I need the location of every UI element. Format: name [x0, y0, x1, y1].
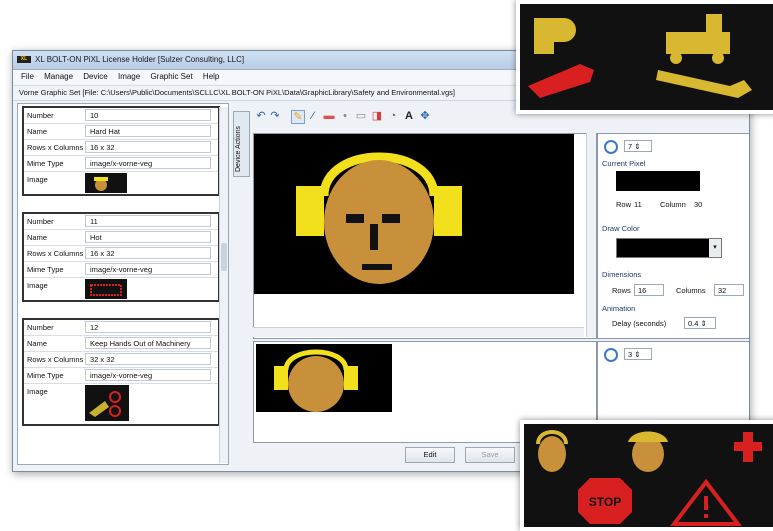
canvas-horizontal-scrollbar[interactable] [253, 327, 584, 337]
delay-label: Delay (seconds) [612, 319, 667, 328]
move-icon[interactable]: ✥ [419, 110, 431, 122]
fill-icon[interactable]: ◨ [371, 110, 383, 122]
graphics-list[interactable]: Number 10 Name Hard Hat Rows x Columns 16 x… [17, 103, 229, 465]
number-label: Number [27, 217, 54, 226]
window-title: XL BOLT-ON PiXL License Holder [Sulzer C… [35, 55, 245, 64]
pixel-grid[interactable] [254, 134, 574, 294]
image-label: Image [27, 175, 48, 184]
name-label: Name [27, 127, 48, 136]
hard-hat-thumbnail [85, 173, 127, 193]
rows-columns-field[interactable]: 16 x 32 [85, 247, 211, 259]
columns-value: 32 [718, 286, 727, 295]
mime-type-label: Mime Type [27, 265, 64, 274]
rows-columns-label: Rows x Columns [27, 249, 84, 258]
rows-value: 16 [638, 286, 647, 295]
menu-graphic-set[interactable]: Graphic Set [150, 70, 192, 84]
animation-label: Animation [602, 304, 636, 313]
row-label: Row [616, 200, 632, 209]
rows-columns-field[interactable]: 16 x 32 [85, 141, 211, 153]
delay-spinner[interactable]: 0.4 ⇕ [684, 317, 716, 329]
menu-image[interactable]: Image [118, 70, 140, 84]
number-field[interactable]: 11 [85, 215, 211, 227]
number-field[interactable]: 10 [85, 109, 211, 121]
pencil-icon[interactable]: ✎ [291, 110, 305, 124]
menu-manage[interactable]: Manage [44, 70, 73, 84]
menu-help[interactable]: Help [203, 70, 219, 84]
graphics-list-scrollbar[interactable] [219, 107, 228, 463]
name-field[interactable]: Hard Hat [85, 125, 211, 137]
zoom-icon[interactable] [604, 140, 618, 154]
rectangle-icon[interactable]: ▭ [355, 110, 367, 122]
rows-columns-label: Rows x Columns [27, 355, 84, 364]
number-field[interactable]: 12 [85, 321, 211, 333]
draw-color-select[interactable]: ▾ [616, 238, 722, 258]
device-actions-tab[interactable]: Device Actions [233, 111, 250, 177]
delay-value: 0.4 [688, 319, 699, 328]
preview-zoom-value: 3 [628, 350, 633, 359]
current-pixel-label: Current Pixel [602, 159, 646, 168]
row-value: 11 [634, 200, 642, 209]
rows-columns-label: Rows x Columns [27, 143, 84, 152]
scrollbar-thumb[interactable] [221, 243, 227, 271]
column-label: Column [660, 200, 686, 209]
undo-icon[interactable]: ↶ [255, 110, 267, 122]
pixel-editor-canvas[interactable] [253, 133, 597, 339]
chevron-down-icon: ▾ [709, 239, 721, 257]
safety-graphics-overlay: STOP [520, 420, 773, 531]
eyedropper-icon[interactable]: ◔ [387, 110, 399, 122]
graphic-card-11[interactable]: Number 11 Name Hot Rows x Columns 16 x 32 M… [22, 212, 220, 302]
rows-label: Rows [612, 286, 631, 295]
app-logo: XL [17, 56, 31, 63]
graphic-card-10[interactable]: Number 10 Name Hard Hat Rows x Columns 16 x… [22, 106, 220, 196]
line-icon[interactable]: • [339, 110, 351, 122]
save-button[interactable]: Save [465, 447, 515, 463]
image-label: Image [27, 281, 48, 290]
graphic-card-12[interactable]: Number 12 Name Keep Hands Out of Machinery… [22, 318, 220, 426]
tools-graphics-overlay [516, 0, 773, 114]
text-icon[interactable]: A [403, 110, 415, 122]
number-label: Number [27, 323, 54, 332]
mime-type-field[interactable]: image/x-vorne-veg [85, 369, 211, 381]
preview-zoom-icon[interactable] [604, 348, 618, 362]
safety-overlay-svg: STOP [536, 430, 762, 526]
menu-device[interactable]: Device [83, 70, 107, 84]
name-label: Name [27, 339, 48, 348]
redo-icon[interactable]: ↷ [269, 110, 281, 122]
zoom-spinner[interactable]: 7 ⇕ [624, 140, 652, 152]
mime-type-label: Mime Type [27, 371, 64, 380]
column-value: 30 [694, 200, 703, 209]
mime-type-field[interactable]: image/x-vorne-veg [85, 263, 211, 275]
properties-panel: 7 ⇕ Current Pixel Row 11 Column 30 Draw … [597, 133, 749, 339]
menu-file[interactable]: File [21, 70, 34, 84]
draw-color-label: Draw Color [602, 224, 640, 233]
rows-columns-field[interactable]: 32 x 32 [85, 353, 211, 365]
pixel-grid-svg [254, 134, 574, 294]
image-label: Image [27, 387, 48, 396]
columns-field[interactable]: 32 [714, 284, 744, 296]
stop-text: STOP [589, 495, 621, 509]
preview-image [256, 344, 392, 412]
edit-button[interactable]: Edit [405, 447, 455, 463]
editor-toolbar: ↶ ↷ ✎ ⁄ ▬ • ▭ ◨ ◔ A ✥ [255, 105, 505, 129]
columns-label: Columns [676, 286, 706, 295]
hot-thumbnail [85, 279, 127, 299]
file-path: Vorne Graphic Set [File: C:\Users\Public… [19, 88, 456, 97]
preview-zoom-spinner[interactable]: 3 ⇕ [624, 348, 652, 360]
device-actions-label: Device Actions [235, 126, 242, 172]
name-label: Name [27, 233, 48, 242]
canvas-vertical-scrollbar[interactable] [586, 133, 596, 337]
zoom-value: 7 [628, 142, 633, 151]
number-label: Number [27, 111, 54, 120]
tools-overlay-svg [528, 14, 752, 98]
name-field[interactable]: Keep Hands Out of Machinery [85, 337, 211, 349]
dimensions-label: Dimensions [602, 270, 642, 279]
mime-type-label: Mime Type [27, 159, 64, 168]
mime-type-field[interactable]: image/x-vorne-veg [85, 157, 211, 169]
brush-icon[interactable]: ⁄ [307, 110, 319, 122]
current-pixel-color [616, 171, 700, 191]
eraser-icon[interactable]: ▬ [323, 110, 335, 122]
rows-field[interactable]: 16 [634, 284, 664, 296]
name-field[interactable]: Hot [85, 231, 211, 243]
keep-hands-out-thumbnail [85, 385, 129, 421]
